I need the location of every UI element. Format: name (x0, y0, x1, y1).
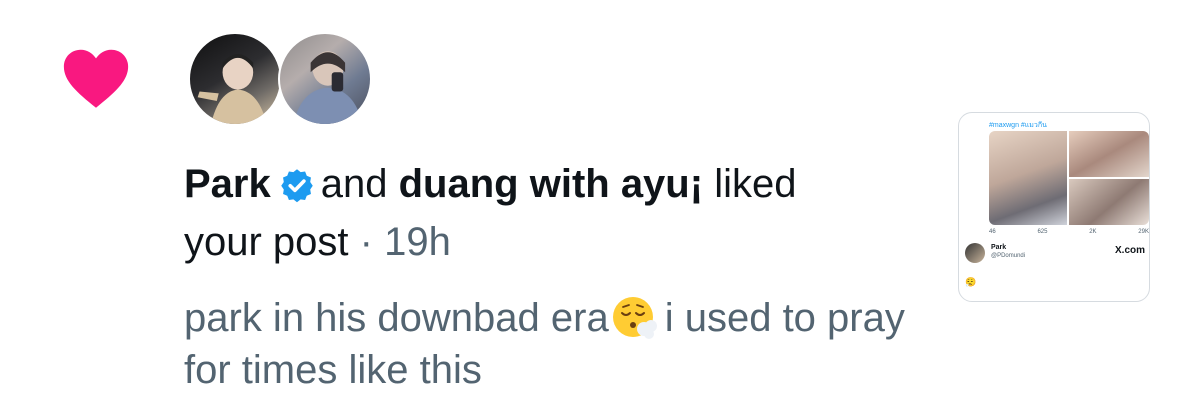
user-name-park[interactable]: Park (184, 162, 271, 206)
separator-dot: · (359, 220, 373, 264)
thumbnail-actions: 46 625 2K 29K (989, 229, 1149, 239)
thumbnail-site-label: X.com (1115, 245, 1146, 256)
thumbnail-photo-grid (989, 131, 1149, 225)
thumbnail-author-handle: @PDomundi (991, 253, 1026, 259)
view-count: 29K (1138, 229, 1149, 235)
heart-icon (63, 49, 129, 108)
user-name-duang[interactable]: duang with ayu¡ (399, 162, 703, 206)
thumbnail-avatar (965, 243, 985, 263)
thumbnail-photo-1 (989, 131, 1067, 225)
like-notification[interactable]: Park and duang with ayu¡ liked your post… (0, 0, 1179, 417)
like-count: 2K (1089, 229, 1097, 235)
reply-count: 46 (989, 229, 996, 235)
verified-badge-icon (281, 169, 313, 203)
thumbnail-photo-2 (1069, 131, 1149, 177)
thumbnail-emoji-icon: 😮‍💨 (965, 277, 977, 287)
object-text: your post (184, 220, 349, 264)
thumbnail-hashtags: #maxwgn #แมวกีน (989, 122, 1047, 129)
post-thumbnail[interactable]: #maxwgn #แมวกีน 46 625 2K 29K Park @PDom… (958, 112, 1150, 302)
repost-count: 625 (1037, 229, 1048, 235)
thumbnail-photo-3 (1069, 179, 1149, 225)
action-text: liked (714, 162, 797, 206)
timestamp: 19h (384, 220, 451, 264)
avatar-park[interactable] (188, 32, 282, 126)
post-preview-text[interactable]: park in his downbad era i used to pray f… (184, 292, 924, 396)
post-text-part-1: park in his downbad era (184, 296, 609, 340)
thumbnail-author: Park @PDomundi X.com (965, 243, 1145, 267)
notification-subline: your post · 19h (184, 218, 451, 266)
connector-text: and (320, 162, 388, 206)
face-exhaling-emoji-icon (612, 297, 657, 339)
notification-headline: Park and duang with ayu¡ liked (184, 160, 796, 208)
avatar-duang[interactable] (278, 32, 372, 126)
thumbnail-author-name: Park (991, 244, 1007, 251)
avatar-image (197, 54, 267, 124)
avatar-image (293, 51, 363, 124)
